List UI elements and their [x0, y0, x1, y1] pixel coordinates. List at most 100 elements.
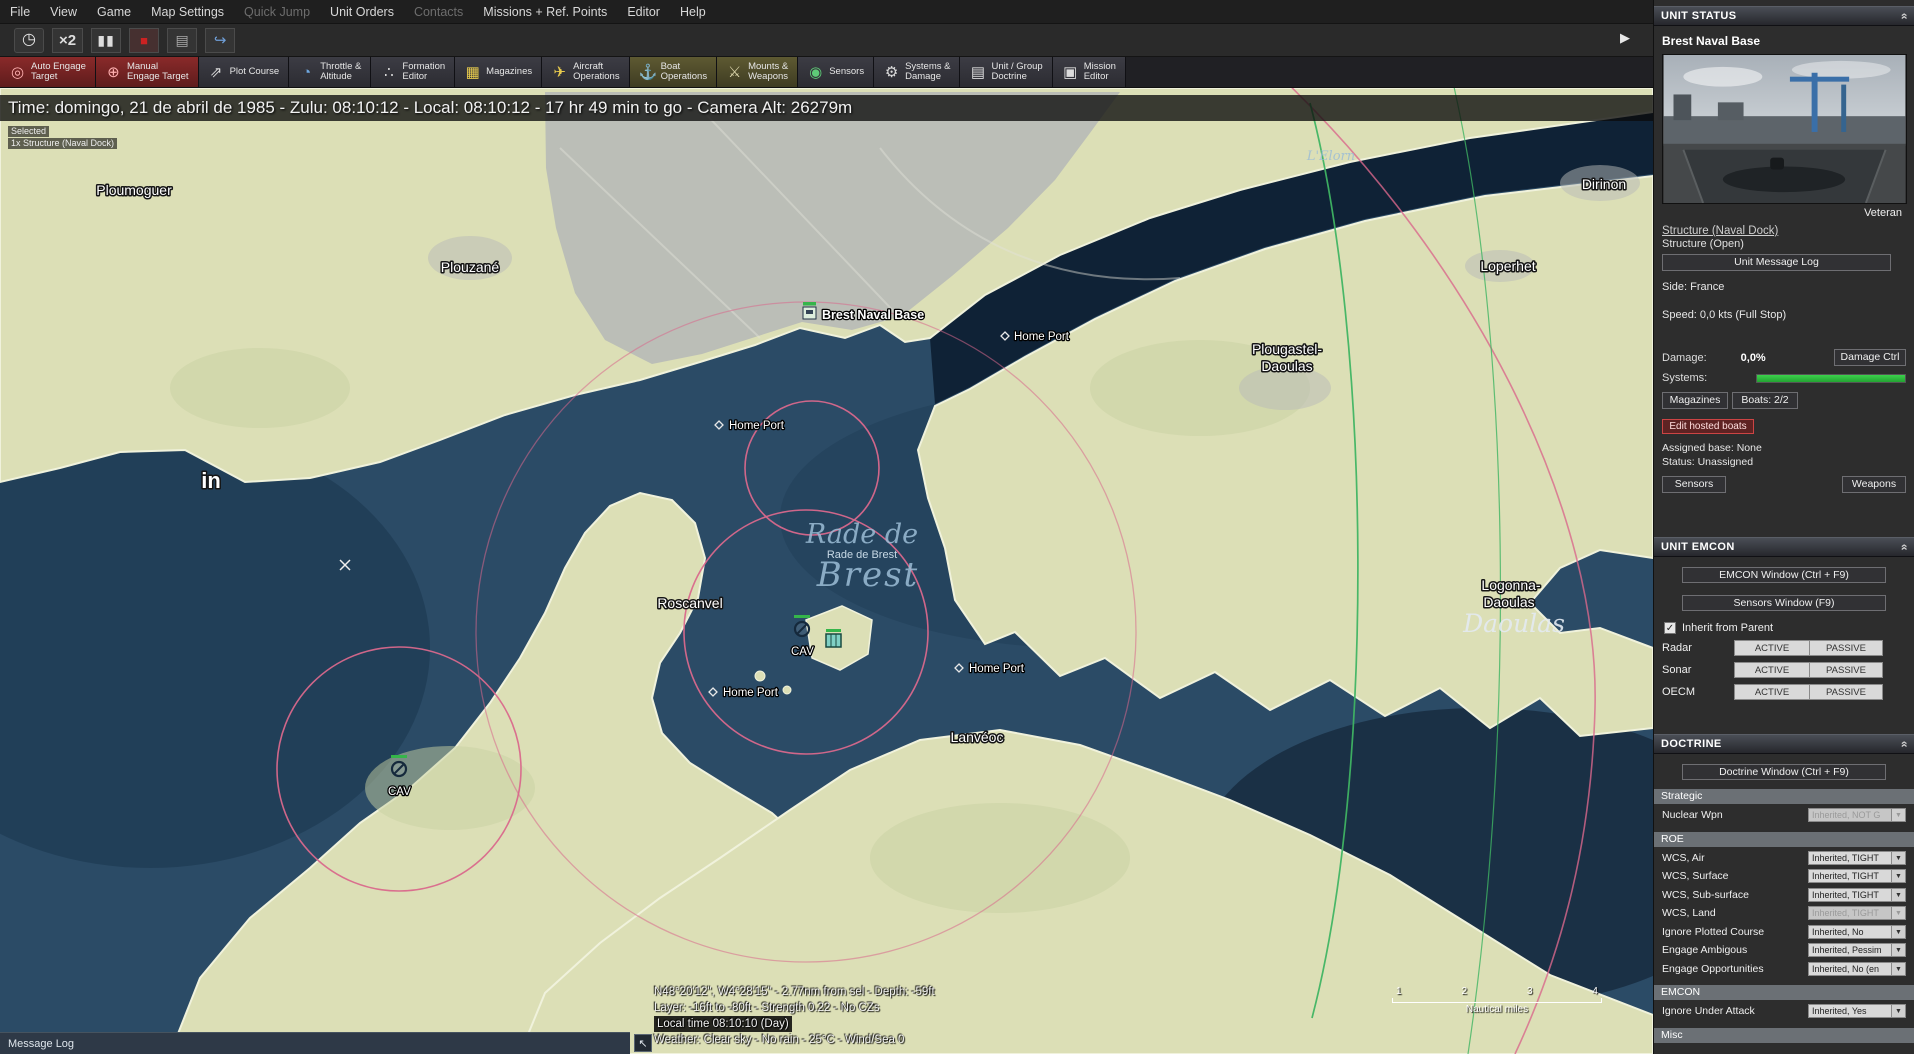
boat-operations-button[interactable]: ⚓ BoatOperations [630, 57, 717, 87]
unit-message-log-button[interactable]: Unit Message Log [1662, 254, 1891, 271]
sensors-window-button[interactable]: Sensors Window (F9) [1682, 595, 1886, 611]
radar-active-button[interactable]: ACTIVE [1734, 640, 1810, 656]
map-scale: 1 2 3 4 Nautical miles [1390, 986, 1604, 1015]
systems-damage-button[interactable]: ⚙ Systems &Damage [874, 57, 960, 87]
collapse-chevron-icon[interactable]: » [1896, 12, 1910, 19]
chevron-down-icon[interactable]: ▼ [1892, 925, 1906, 939]
toolbar-expand-arrow-icon[interactable]: ▶ [1620, 30, 1630, 46]
menu-file[interactable]: File [0, 0, 40, 24]
menu-missions-ref-points[interactable]: Missions + Ref. Points [473, 0, 617, 24]
formation-icon: ∴ [380, 65, 397, 80]
chevron-down-icon[interactable]: ▼ [1892, 1004, 1906, 1018]
doctrine-value[interactable]: Inherited, TIGHT [1808, 851, 1892, 865]
damage-label: Damage: [1662, 352, 1707, 364]
unit-class-link[interactable]: Structure (Naval Dock) [1662, 225, 1906, 237]
menu-unit-orders[interactable]: Unit Orders [320, 0, 404, 24]
sensors-sidebar-button[interactable]: Sensors [1662, 476, 1726, 493]
formation-editor-button[interactable]: ∴ FormationEditor [371, 57, 455, 87]
dock-structure-icon[interactable] [826, 629, 841, 647]
weapons-sidebar-button[interactable]: Weapons [1842, 476, 1906, 493]
chevron-down-icon[interactable]: ▼ [1892, 888, 1906, 902]
doctrine-value[interactable]: Inherited, Pessim [1808, 943, 1892, 957]
edit-hosted-boats-button[interactable]: Edit hosted boats [1662, 419, 1754, 434]
sonar-passive-button[interactable]: PASSIVE [1810, 662, 1883, 678]
boats-button[interactable]: Boats: 2/2 [1732, 392, 1798, 409]
time-compression-indicator[interactable]: ×2 [52, 28, 83, 53]
inherit-from-parent-label: Inherit from Parent [1682, 622, 1773, 634]
print-button[interactable]: ▤ [167, 28, 197, 53]
menu-quick-jump: Quick Jump [234, 0, 320, 24]
unit-group-doctrine-button[interactable]: ▤ Unit / GroupDoctrine [960, 57, 1052, 87]
assignment-status: Status: Unassigned [1662, 456, 1906, 468]
doctrine-row-wcs-land: WCS, Land Inherited, TIGHT ▼ [1662, 906, 1906, 921]
place-label: Lanvéoc [951, 729, 1004, 745]
menu-help[interactable]: Help [670, 0, 716, 24]
tactical-map[interactable]: Ploumoguer Plouzané Dirinon Loperhet Plo… [0, 88, 1653, 1054]
message-log-bar[interactable]: Message Log [0, 1032, 630, 1054]
anchor-icon: ⚓ [639, 65, 656, 80]
mission-editor-button[interactable]: ▣ MissionEditor [1053, 57, 1126, 87]
damage-ctrl-button[interactable]: Damage Ctrl [1834, 349, 1906, 366]
doctrine-value[interactable]: Inherited, TIGHT [1808, 869, 1892, 883]
doctrine-value: Inherited, NOT G [1808, 808, 1892, 822]
water-label: L'Elorn [1306, 149, 1355, 164]
place-label: Logonna- [1481, 577, 1541, 593]
chevron-down-icon[interactable]: ▼ [1892, 962, 1906, 976]
doctrine-value[interactable]: Inherited, TIGHT [1808, 888, 1892, 902]
strategic-section-header: Strategic [1654, 789, 1914, 804]
plot-course-button[interactable]: ⇗ Plot Course [199, 57, 290, 87]
doctrine-value[interactable]: Inherited, No [1808, 925, 1892, 939]
doctrine-value: Inherited, TIGHT [1808, 906, 1892, 920]
menu-view[interactable]: View [40, 0, 87, 24]
menu-game[interactable]: Game [87, 0, 141, 24]
radar-label: Radar [1662, 642, 1734, 654]
auto-engage-target-button[interactable]: ◎ Auto EngageTarget [0, 57, 96, 87]
map-canvas[interactable]: Ploumoguer Plouzané Dirinon Loperhet Plo… [0, 88, 1653, 1054]
throttle-altitude-button[interactable]: ◔ Throttle &Altitude [289, 57, 371, 87]
oecm-active-button[interactable]: ACTIVE [1734, 684, 1810, 700]
chevron-down-icon[interactable]: ▼ [1892, 869, 1906, 883]
sonar-active-button[interactable]: ACTIVE [1734, 662, 1810, 678]
radar-passive-button[interactable]: PASSIVE [1810, 640, 1883, 656]
chevron-down-icon[interactable]: ▼ [1892, 943, 1906, 957]
svg-text:CAV: CAV [388, 786, 411, 798]
unit-name: Brest Naval Base [1662, 34, 1906, 48]
aircraft-operations-button[interactable]: ✈ AircraftOperations [542, 57, 629, 87]
svg-text:Home Port: Home Port [969, 663, 1025, 675]
svg-text:Home Port: Home Port [1014, 331, 1070, 343]
chevron-down-icon[interactable]: ▼ [1892, 851, 1906, 865]
unit-label: Brest Naval Base [822, 308, 924, 322]
systems-label: Systems: [1662, 372, 1707, 384]
menu-editor[interactable]: Editor [617, 0, 670, 24]
doctrine-value[interactable]: Inherited, No (en [1808, 962, 1892, 976]
water-label: Rade de Brest [827, 549, 897, 561]
svg-text:Home Port: Home Port [723, 687, 779, 699]
oecm-passive-button[interactable]: PASSIVE [1810, 684, 1883, 700]
water-label: Rade de [805, 519, 918, 550]
experience-level: Veteran [1666, 207, 1902, 219]
pause-button[interactable]: ▮▮ [91, 28, 121, 53]
place-label: Loperhet [1480, 258, 1535, 274]
pause-icon: ▮▮ [97, 33, 114, 47]
manual-engage-target-button[interactable]: ⊕ ManualEngage Target [96, 57, 199, 87]
game-clock-button[interactable]: ◷ [14, 28, 44, 53]
inherit-from-parent-checkbox[interactable]: ✓ [1664, 622, 1676, 634]
emcon-window-button[interactable]: EMCON Window (Ctrl + F9) [1682, 567, 1886, 583]
doctrine-window-button[interactable]: Doctrine Window (Ctrl + F9) [1682, 764, 1886, 780]
message-log-popout-icon[interactable]: ↖ [634, 1034, 652, 1052]
magazines-button[interactable]: ▦ Magazines [455, 57, 542, 87]
place-label: Daoulas [1261, 358, 1312, 374]
sensors-ribbon-button[interactable]: ◉ Sensors [798, 57, 874, 87]
redo-button[interactable]: ↪ [205, 28, 235, 53]
magazines-sidebar-button[interactable]: Magazines [1662, 392, 1728, 409]
collapse-chevron-icon[interactable]: » [1896, 740, 1910, 747]
doctrine-value[interactable]: Inherited, Yes [1808, 1004, 1892, 1018]
emcon-section-header: EMCON [1654, 985, 1914, 1000]
stop-button[interactable]: ■ [129, 28, 159, 53]
mounts-weapons-button[interactable]: ⚔ Mounts &Weapons [717, 57, 798, 87]
menu-contacts: Contacts [404, 0, 473, 24]
right-sidebar: UNIT STATUS » Brest Naval Base [1653, 0, 1914, 1054]
collapse-chevron-icon[interactable]: » [1896, 543, 1910, 550]
place-label: Plouzané [441, 259, 500, 275]
menu-map-settings[interactable]: Map Settings [141, 0, 234, 24]
